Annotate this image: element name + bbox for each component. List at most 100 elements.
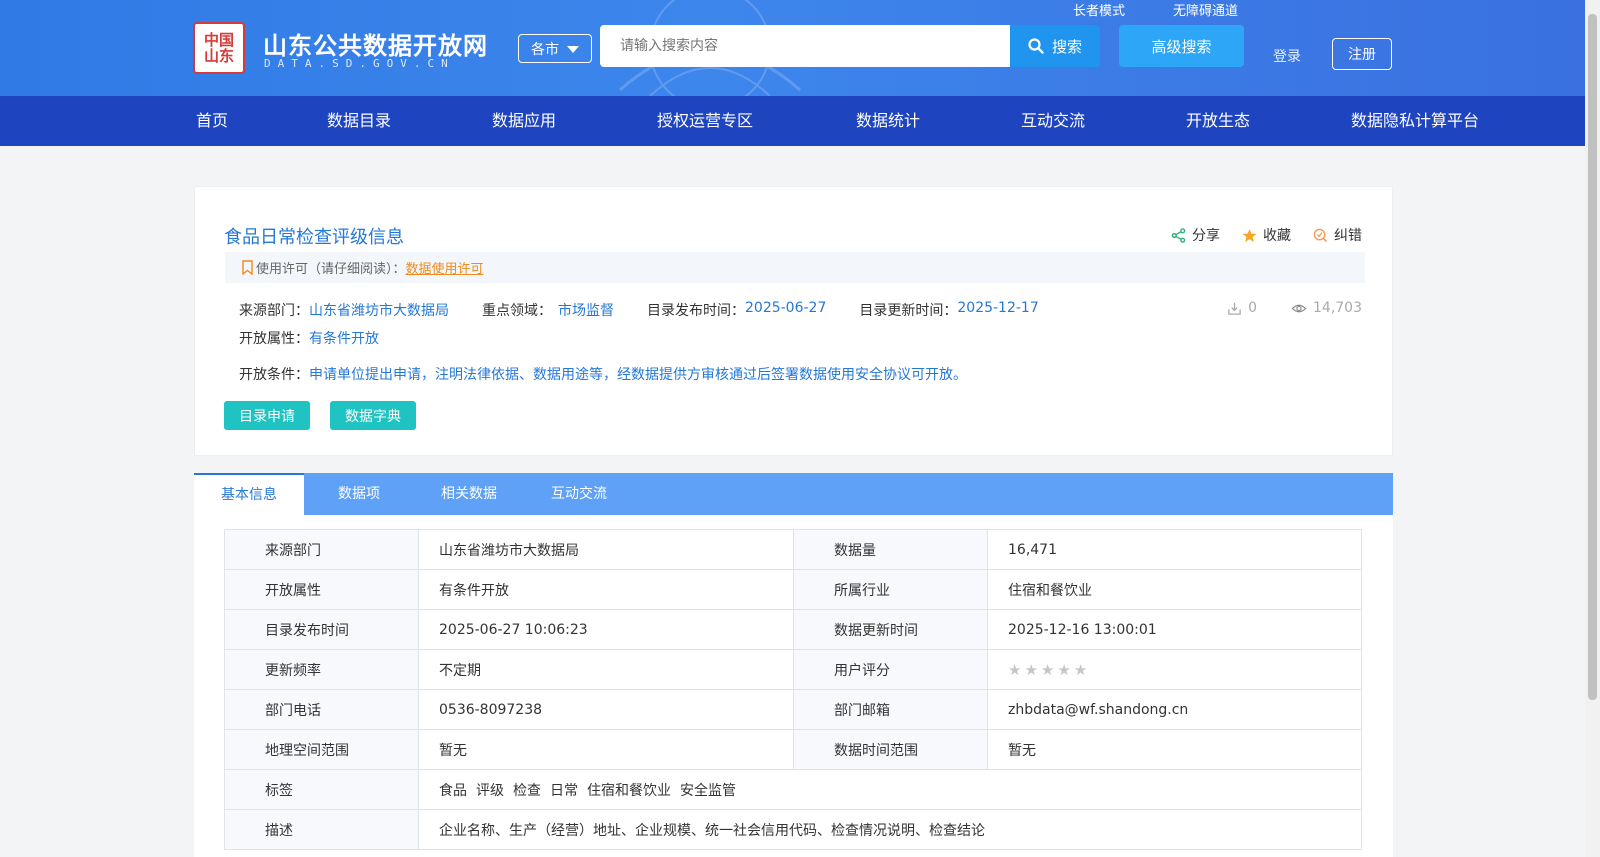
row-value: zhbdata@wf.shandong.cn: [987, 689, 1362, 730]
nav-item-data-apps[interactable]: 数据应用: [492, 96, 556, 146]
nav-item-data-stats[interactable]: 数据统计: [856, 96, 920, 146]
main-nav: 首页 数据目录 数据应用 授权运营专区 数据统计 互动交流 开放生态 数据隐私计…: [0, 96, 1585, 146]
register-button[interactable]: 注册: [1332, 38, 1392, 70]
city-select-value: 各市: [531, 41, 559, 58]
correct-label: 纠错: [1334, 228, 1362, 244]
download-count: 0: [1227, 300, 1257, 316]
star-icon[interactable]: ★: [1041, 661, 1054, 679]
nav-item-home[interactable]: 首页: [196, 96, 228, 146]
star-icon[interactable]: ★: [1057, 661, 1070, 679]
row-label: 开放属性: [224, 569, 419, 610]
favorite-button[interactable]: 收藏: [1242, 225, 1291, 245]
table-row: 部门电话 0536-8097238 部门邮箱 zhbdata@wf.shando…: [224, 689, 1362, 730]
tag[interactable]: 评级: [476, 783, 504, 799]
update-date-label: 目录更新时间：: [859, 303, 958, 319]
row-value: 暂无: [987, 729, 1362, 770]
row-label: 来源部门: [224, 529, 419, 570]
search-icon: [1028, 38, 1044, 54]
search-button-label: 搜索: [1051, 37, 1082, 56]
row-label: 数据时间范围: [793, 729, 988, 770]
basic-info-panel: 来源部门 山东省潍坊市大数据局 数据量 16,471 开放属性 有条件开放 所属…: [194, 515, 1393, 857]
city-select[interactable]: 各市: [518, 34, 592, 63]
share-label: 分享: [1192, 228, 1220, 244]
tag[interactable]: 安全监管: [680, 783, 736, 799]
license-bar: 使用许可（请仔细阅读）： 数据使用许可: [225, 252, 1365, 283]
detail-tabs: 基本信息 数据项 相关数据 互动交流: [194, 473, 1393, 515]
table-row: 标签 食品 评级 检查 日常 住宿和餐饮业 安全监管: [224, 769, 1362, 810]
table-row: 来源部门 山东省潍坊市大数据局 数据量 16,471: [224, 529, 1362, 570]
basic-info-table: 来源部门 山东省潍坊市大数据局 数据量 16,471 开放属性 有条件开放 所属…: [224, 529, 1362, 850]
user-rating-stars[interactable]: ★ ★ ★ ★ ★: [1008, 661, 1341, 679]
open-attr-value: 有条件开放: [309, 331, 379, 347]
site-header: 中国山东 山东公共数据开放网 DATA.SD.GOV.CN 各市 搜索 高级搜索…: [0, 0, 1585, 96]
open-cond-label: 开放条件：: [239, 367, 309, 383]
nav-item-privacy-platform[interactable]: 数据隐私计算平台: [1351, 96, 1479, 146]
tag[interactable]: 住宿和餐饮业: [587, 783, 671, 799]
table-row: 更新频率 不定期 用户评分 ★ ★ ★ ★ ★: [224, 649, 1362, 690]
row-value: 有条件开放: [418, 569, 794, 610]
star-icon[interactable]: ★: [1024, 661, 1037, 679]
search-button[interactable]: 搜索: [1010, 25, 1100, 67]
download-icon: [1228, 302, 1241, 315]
logo-seal-text: 中国山东: [203, 31, 234, 65]
table-row: 地理空间范围 暂无 数据时间范围 暂无: [224, 729, 1362, 770]
tab-basic-info[interactable]: 基本信息: [194, 473, 304, 515]
meta-row-open-attr: 开放属性： 有条件开放: [239, 328, 379, 348]
star-icon[interactable]: ★: [1008, 661, 1021, 679]
open-cond-value: 申请单位提出申请，注明法律依据、数据用途等，经数据提供方审核通过后签署数据使用安…: [309, 367, 967, 383]
publish-date-label: 目录发布时间：: [647, 303, 745, 319]
meta-row-open-cond: 开放条件： 申请单位提出申请，注明法律依据、数据用途等，经数据提供方审核通过后签…: [239, 364, 967, 384]
table-row: 描述 企业名称、生产（经营）地址、企业规模、统一社会信用代码、检查情况说明、检查…: [224, 809, 1362, 850]
correct-button[interactable]: 纠错: [1313, 225, 1362, 245]
catalog-apply-button[interactable]: 目录申请: [224, 401, 310, 430]
nav-item-open-ecology[interactable]: 开放生态: [1186, 96, 1250, 146]
row-value: 16,471: [987, 529, 1362, 570]
tag[interactable]: 日常: [550, 783, 578, 799]
nav-item-authorized-ops[interactable]: 授权运营专区: [657, 96, 753, 146]
source-dept-value[interactable]: 山东省潍坊市大数据局: [309, 300, 449, 320]
tab-related-data[interactable]: 相关数据: [414, 473, 524, 515]
license-label: 使用许可（请仔细阅读）：: [256, 262, 406, 277]
accessibility-link[interactable]: 无障碍通道: [1173, 0, 1238, 19]
dataset-stats: 0 14,703: [1227, 300, 1362, 316]
correction-icon: [1313, 228, 1328, 242]
search-input[interactable]: [600, 25, 1010, 67]
share-button[interactable]: 分享: [1171, 225, 1220, 245]
tab-interaction[interactable]: 互动交流: [524, 473, 634, 515]
key-field-value[interactable]: 市场监督: [558, 300, 614, 320]
meta-row-primary: 来源部门： 山东省潍坊市大数据局 重点领域： 市场监督 目录发布时间： 2025…: [239, 300, 1039, 320]
tab-data-items[interactable]: 数据项: [304, 473, 414, 515]
view-count: 14,703: [1291, 300, 1362, 316]
dataset-summary-card: 食品日常检查评级信息 分享 收藏 纠错 使用许可（请仔细阅读）： 数据使用许可 …: [194, 186, 1393, 456]
row-value: 住宿和餐饮业: [987, 569, 1362, 610]
data-dictionary-button[interactable]: 数据字典: [330, 401, 416, 430]
row-label: 描述: [224, 809, 419, 850]
row-value: 不定期: [418, 649, 794, 690]
view-count-value: 14,703: [1313, 300, 1362, 316]
tag[interactable]: 食品: [439, 783, 467, 799]
scrollbar-thumb[interactable]: [1588, 14, 1597, 700]
favorite-label: 收藏: [1263, 228, 1291, 244]
advanced-search-button[interactable]: 高级搜索: [1119, 25, 1244, 67]
nav-item-data-catalog[interactable]: 数据目录: [327, 96, 391, 146]
row-label: 地理空间范围: [224, 729, 419, 770]
eye-icon: [1291, 304, 1307, 312]
star-icon[interactable]: ★: [1074, 661, 1087, 679]
tag[interactable]: 检查: [513, 783, 541, 799]
row-label: 目录发布时间: [224, 609, 419, 650]
site-title[interactable]: 山东公共数据开放网: [263, 26, 488, 61]
row-value: 2025-12-16 13:00:01: [987, 609, 1362, 650]
share-icon: [1171, 227, 1186, 243]
bookmark-icon: [242, 260, 253, 275]
dataset-actions: 分享 收藏 纠错: [1171, 225, 1362, 245]
site-logo-seal[interactable]: 中国山东: [193, 22, 245, 74]
row-label: 更新频率: [224, 649, 419, 690]
login-link[interactable]: 登录: [1273, 46, 1301, 66]
key-field-label: 重点领域：: [482, 303, 552, 319]
nav-item-interaction[interactable]: 互动交流: [1021, 96, 1085, 146]
tags-cell: 食品 评级 检查 日常 住宿和餐饮业 安全监管: [418, 769, 1362, 810]
page-scrollbar[interactable]: [1585, 0, 1600, 857]
table-row: 开放属性 有条件开放 所属行业 住宿和餐饮业: [224, 569, 1362, 610]
license-link[interactable]: 数据使用许可: [406, 258, 484, 277]
elder-mode-link[interactable]: 长者模式: [1073, 0, 1125, 19]
